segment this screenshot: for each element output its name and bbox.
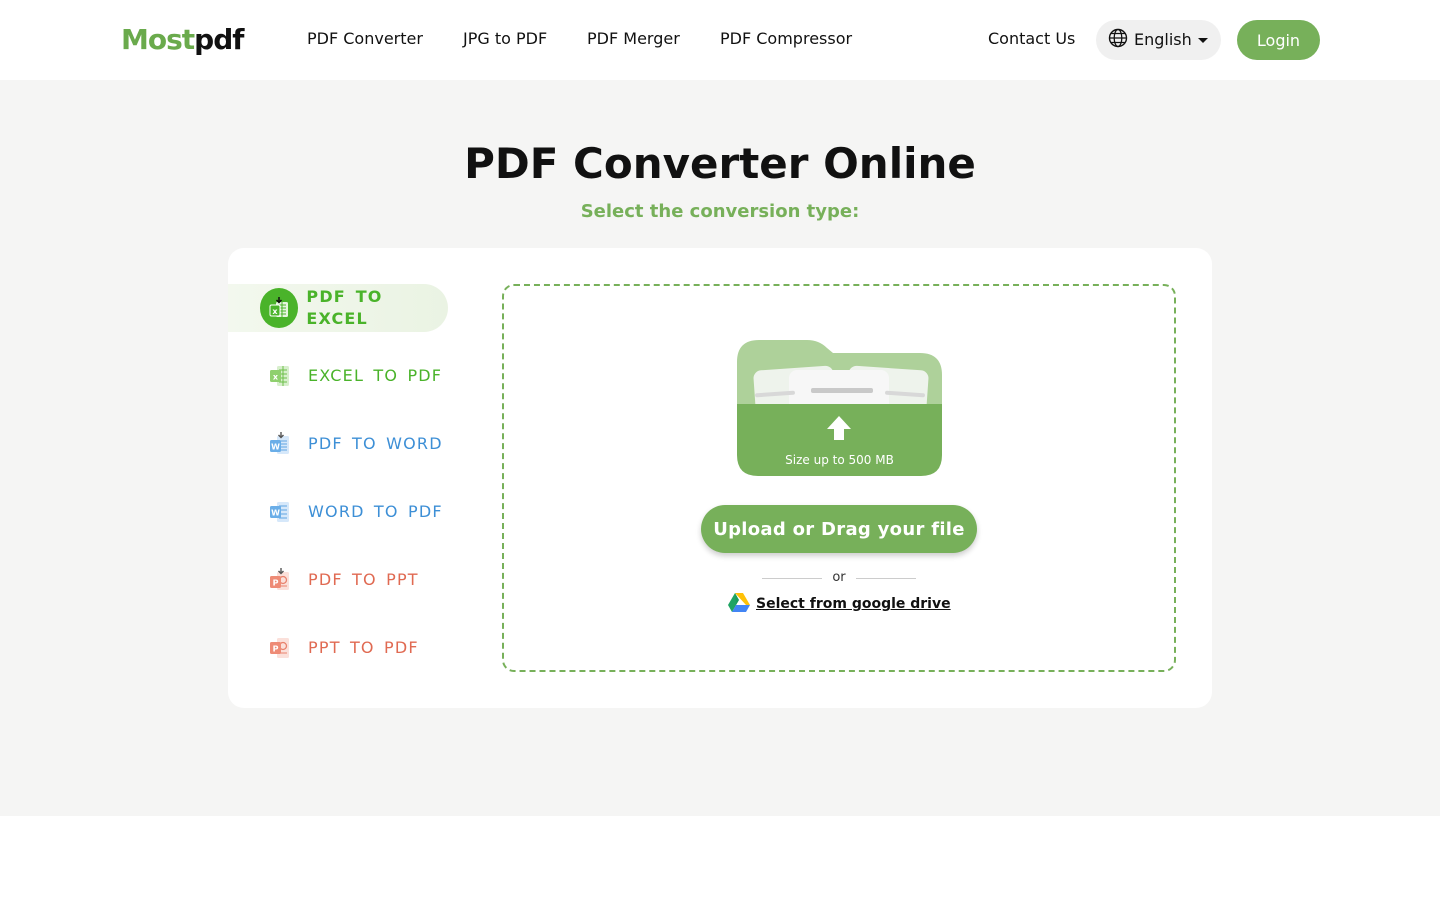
converter-card: x PDF TO EXCEL x EXCEL TO PDF W PDF TO W… bbox=[228, 248, 1212, 708]
nav-pdf-compressor[interactable]: PDF Compressor bbox=[720, 28, 852, 50]
conversion-label: EXCEL TO PDF bbox=[308, 366, 443, 385]
conversion-ppt-to-pdf[interactable]: P PPT TO PDF bbox=[228, 624, 448, 672]
language-selector[interactable]: English bbox=[1096, 20, 1221, 60]
chevron-down-icon bbox=[1197, 37, 1208, 43]
upload-button[interactable]: Upload or Drag your file bbox=[701, 505, 977, 553]
conversion-label: PDF TO PPT bbox=[308, 570, 419, 589]
conversion-label: PDF TO EXCEL bbox=[306, 287, 383, 328]
size-limit-text: Size up to 500 MB bbox=[785, 453, 894, 467]
svg-text:W: W bbox=[271, 443, 280, 452]
upload-folder-icon: Size up to 500 MB bbox=[737, 340, 942, 476]
svg-text:W: W bbox=[271, 509, 280, 518]
svg-text:x: x bbox=[273, 307, 279, 316]
conversion-excel-to-pdf[interactable]: x EXCEL TO PDF bbox=[228, 352, 448, 400]
google-drive-icon bbox=[728, 592, 750, 616]
main-section: PDF Converter Online Select the conversi… bbox=[0, 80, 1440, 816]
excel-icon: x bbox=[260, 356, 300, 396]
ppt-icon: P bbox=[260, 628, 300, 668]
globe-icon bbox=[1108, 28, 1128, 52]
svg-text:P: P bbox=[273, 579, 279, 588]
logo[interactable]: Mostpdf bbox=[121, 22, 244, 58]
conversion-pdf-to-word[interactable]: W PDF TO WORD bbox=[228, 420, 448, 468]
login-button[interactable]: Login bbox=[1237, 20, 1320, 60]
contact-us-link[interactable]: Contact Us bbox=[988, 28, 1075, 50]
top-navbar: Mostpdf PDF Converter JPG to PDF PDF Mer… bbox=[0, 0, 1440, 80]
svg-text:P: P bbox=[273, 645, 279, 654]
conversion-label: PDF TO WORD bbox=[308, 434, 443, 453]
word-icon: W bbox=[260, 424, 300, 464]
divider-line bbox=[856, 578, 916, 579]
page-subtitle: Select the conversion type: bbox=[580, 201, 860, 222]
nav-jpg-to-pdf[interactable]: JPG to PDF bbox=[463, 28, 547, 50]
page-title: PDF Converter Online bbox=[464, 139, 976, 188]
google-drive-link[interactable]: Select from google drive bbox=[728, 592, 951, 616]
logo-part-pdf: pdf bbox=[194, 23, 244, 56]
logo-part-most: Most bbox=[121, 23, 195, 56]
svg-text:x: x bbox=[273, 373, 279, 382]
conversion-word-to-pdf[interactable]: W WORD TO PDF bbox=[228, 488, 448, 536]
conversion-label: PPT TO PDF bbox=[308, 638, 419, 657]
conversion-pdf-to-excel[interactable]: x PDF TO EXCEL bbox=[228, 284, 448, 332]
nav-pdf-converter[interactable]: PDF Converter bbox=[307, 28, 423, 50]
ppt-icon: P bbox=[260, 560, 300, 600]
conversion-label: WORD TO PDF bbox=[308, 502, 443, 521]
word-icon: W bbox=[260, 492, 300, 532]
excel-icon: x bbox=[260, 288, 299, 328]
language-label: English bbox=[1134, 30, 1192, 49]
conversion-pdf-to-ppt[interactable]: P PDF TO PPT bbox=[228, 556, 448, 604]
file-dropzone[interactable]: Size up to 500 MB Upload or Drag your fi… bbox=[502, 284, 1176, 672]
google-drive-label: Select from google drive bbox=[756, 596, 951, 612]
nav-pdf-merger[interactable]: PDF Merger bbox=[587, 28, 680, 50]
or-divider: or bbox=[762, 568, 916, 588]
